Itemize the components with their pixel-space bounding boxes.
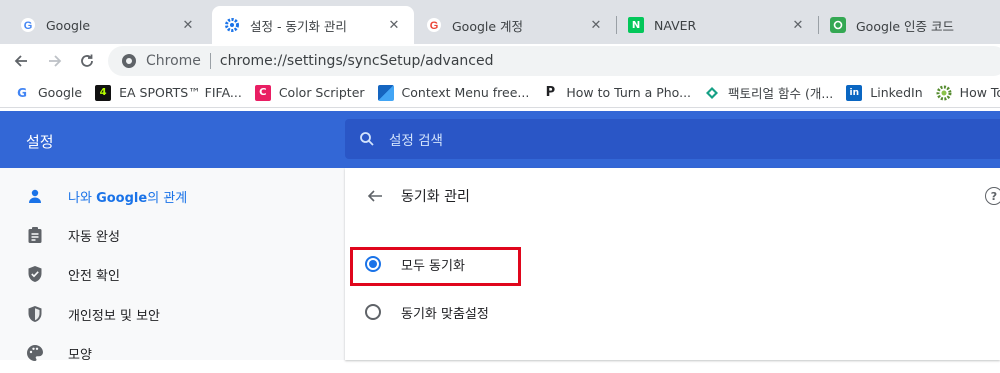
settings-sidebar: 나와 Google의 관계 자동 완성 안전 확인 개인정보 및 보안 모양 <box>0 168 345 363</box>
tab-google-account[interactable]: G Google 계정 ✕ <box>414 6 616 44</box>
bookmark-label: Context Menu free... <box>401 85 530 100</box>
bookmark-item[interactable]: P How to Turn a Pho... <box>542 85 691 101</box>
bookmark-label: Color Scripter <box>278 85 365 100</box>
authenticator-icon <box>830 17 846 33</box>
forward-arrow-icon <box>49 55 62 67</box>
tab-title: NAVER <box>654 17 697 33</box>
site-chip: Chrome <box>146 53 201 69</box>
back-button[interactable] <box>8 48 34 74</box>
shield-check-icon <box>26 265 44 283</box>
subpage-header: 동기화 관리 <box>365 184 470 208</box>
bookmark-item[interactable]: Context Menu free... <box>377 84 530 101</box>
search-icon <box>360 132 374 146</box>
clipboard-icon <box>26 226 44 244</box>
shield-icon <box>26 305 44 323</box>
bookmark-label: How To Check <box>959 85 1000 100</box>
palette-icon <box>26 344 44 362</box>
help-icon[interactable]: ? <box>985 187 1000 205</box>
sidebar-item-appearance[interactable]: 모양 <box>0 333 345 373</box>
omnibox-divider <box>209 53 211 69</box>
search-placeholder: 설정 검색 <box>389 133 443 149</box>
tab-google[interactable]: G Google ✕ <box>8 6 208 44</box>
address-bar[interactable]: Chrome chrome://settings/syncSetup/advan… <box>108 46 1000 76</box>
settings-header: 설정 설정 검색 <box>0 111 1000 168</box>
sidebar-item-label: 나와 Google의 관계 <box>68 190 188 206</box>
gear-green-icon <box>936 85 952 101</box>
radio-label: 동기화 맞춤설정 <box>401 306 489 322</box>
bookmark-item[interactable]: 4 EA SPORTS™ FIFA... <box>95 84 242 101</box>
settings-main: 동기화 관리 ? 모두 동기화 동기화 맞춤설정 <box>345 168 1000 360</box>
bookmark-item[interactable]: 팩토리얼 함수 (개... <box>704 83 833 102</box>
settings-gear-icon <box>224 17 240 33</box>
bookmark-label: Google <box>38 85 83 100</box>
bookmark-label: 팩토리얼 함수 (개... <box>728 86 834 101</box>
subpage-title: 동기화 관리 <box>401 189 470 205</box>
chrome-site-icon <box>122 54 136 68</box>
sidebar-item-safety-check[interactable]: 안전 확인 <box>0 254 345 294</box>
tab-title: 설정 - 동기화 관리 <box>250 18 347 34</box>
bookmark-item[interactable]: C Color Scripter <box>254 84 365 101</box>
tab-title: Google 인증 코드 <box>856 18 955 34</box>
tab-naver[interactable]: N NAVER ✕ <box>616 6 818 44</box>
radio-customize-sync[interactable]: 동기화 맞춤설정 <box>365 297 489 327</box>
tab-google-auth[interactable]: Google 인증 코드 <box>818 6 1000 44</box>
close-icon[interactable]: ✕ <box>386 17 402 33</box>
back-arrow-icon <box>14 55 27 67</box>
close-icon[interactable]: ✕ <box>180 17 196 33</box>
url-text: chrome://settings/syncSetup/advanced <box>219 53 494 69</box>
tab-strip: G Google ✕ 설정 - 동기화 관리 ✕ G Google 계정 ✕ N… <box>0 0 1000 44</box>
highlight-annotation-box <box>350 247 521 286</box>
context-menu-icon <box>377 84 394 101</box>
tab-title: Google 계정 <box>452 18 524 34</box>
bookmarks-bar: G Google 4 EA SPORTS™ FIFA... C Color Sc… <box>0 78 1000 108</box>
tab-settings-sync[interactable]: 설정 - 동기화 관리 ✕ <box>212 6 414 44</box>
bookmark-item[interactable]: in LinkedIn <box>846 84 923 101</box>
google-icon: G <box>17 85 27 100</box>
svg-text:G: G <box>430 20 439 32</box>
reload-button[interactable] <box>74 48 100 74</box>
reload-icon <box>81 54 93 67</box>
ea-sports-icon: 4 <box>95 84 112 101</box>
radio-button[interactable] <box>365 304 381 320</box>
svg-text:G: G <box>24 20 33 32</box>
tab-title: Google <box>46 17 91 33</box>
person-icon <box>26 187 44 205</box>
google-icon: G <box>20 17 36 33</box>
forward-button[interactable] <box>42 48 68 74</box>
close-icon[interactable]: ✕ <box>588 17 604 33</box>
bookmark-label: LinkedIn <box>870 85 923 100</box>
close-icon[interactable]: ✕ <box>790 17 806 33</box>
sidebar-item-label: 자동 완성 <box>68 229 120 245</box>
sync-settings-card: 동기화 관리 ? 모두 동기화 동기화 맞춤설정 <box>345 168 1000 360</box>
bookmark-label: How to Turn a Pho... <box>566 85 692 100</box>
naver-icon: N <box>628 17 644 33</box>
back-arrow-icon[interactable] <box>365 186 385 206</box>
sidebar-item-autofill[interactable]: 자동 완성 <box>0 215 345 255</box>
linkedin-icon: in <box>846 84 863 101</box>
sidebar-item-label: 개인정보 및 보안 <box>68 308 160 324</box>
page-title: 설정 <box>26 133 54 151</box>
bookmark-item[interactable]: G Google <box>14 85 82 101</box>
sidebar-item-privacy-security[interactable]: 개인정보 및 보안 <box>0 294 345 334</box>
sidebar-item-you-and-google[interactable]: 나와 Google의 관계 <box>0 176 345 216</box>
bookmark-item[interactable]: How To Check <box>936 85 1000 101</box>
color-scripter-icon: C <box>254 84 271 101</box>
google-icon: G <box>426 17 442 33</box>
bookmark-label: EA SPORTS™ FIFA... <box>119 85 242 100</box>
toolbar: Chrome chrome://settings/syncSetup/advan… <box>0 44 1000 78</box>
settings-search-input[interactable]: 설정 검색 <box>345 119 1000 159</box>
diamond-icon <box>704 85 720 101</box>
sidebar-item-label: 안전 확인 <box>68 268 120 284</box>
p-icon: P <box>545 85 556 100</box>
